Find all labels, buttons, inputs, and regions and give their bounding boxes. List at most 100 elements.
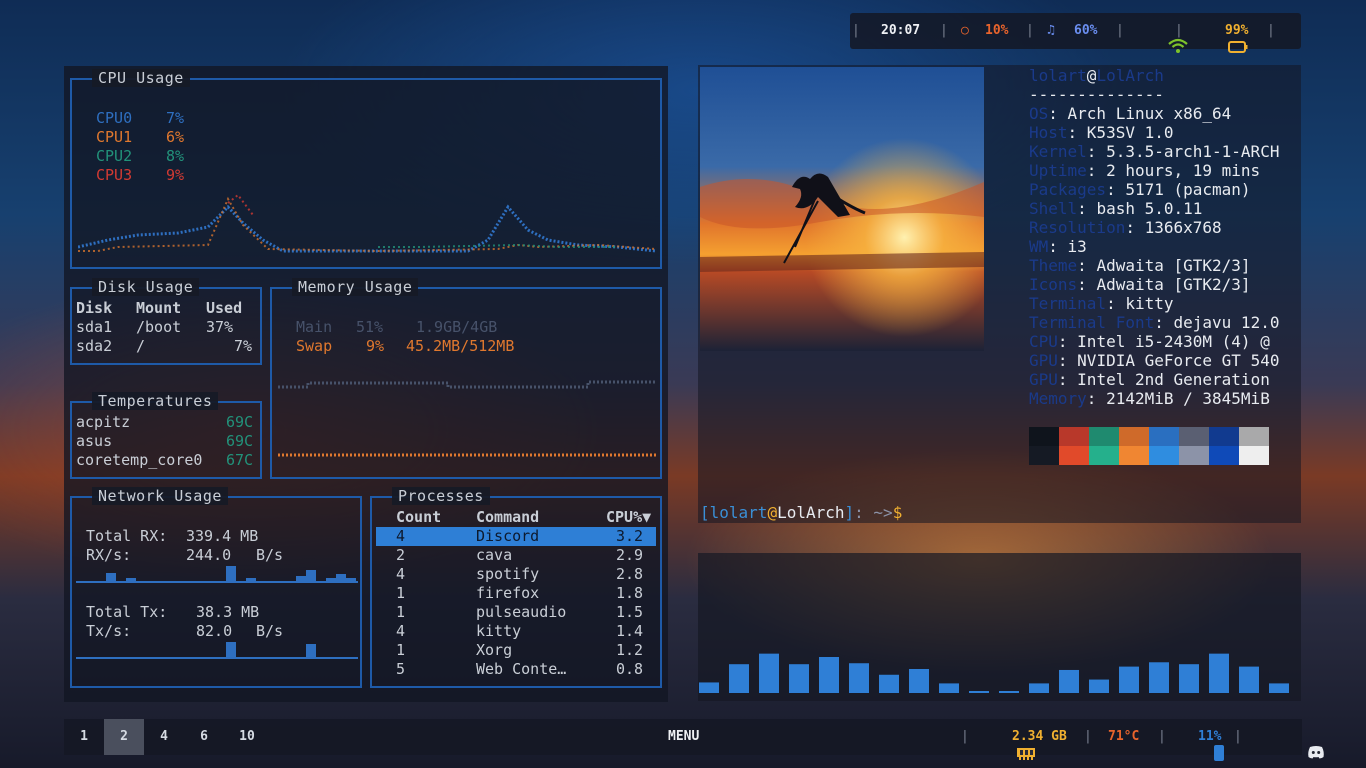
disk-row-mount: / bbox=[136, 337, 146, 355]
visualizer-bar bbox=[969, 691, 989, 693]
total-rx-value: 339.4 MB bbox=[186, 527, 259, 545]
visualizer-bar bbox=[879, 674, 899, 693]
palette-swatch bbox=[1149, 446, 1179, 465]
disk-usage-widget: Disk Usage Disk Mount Used sda1 /boot 37… bbox=[70, 278, 262, 365]
disk-row-used: 37% bbox=[206, 318, 234, 336]
workspace-6[interactable]: 6 bbox=[184, 719, 224, 755]
process-cpu: 2.9 bbox=[616, 546, 644, 564]
visualizer-bar bbox=[1089, 679, 1109, 693]
workspace-10[interactable]: 10 bbox=[227, 719, 267, 755]
total-rx-label: Total RX: bbox=[86, 527, 168, 545]
palette-swatch bbox=[1089, 427, 1119, 446]
music-note-icon: ♫ bbox=[1047, 23, 1055, 38]
neofetch-user: lolart bbox=[1029, 66, 1087, 85]
memory-swap-percent: 9% bbox=[366, 337, 385, 355]
process-header-command[interactable]: Command bbox=[476, 508, 539, 527]
rx-rate-value: 244.0 bbox=[186, 546, 232, 564]
discord-icon[interactable] bbox=[1276, 729, 1325, 759]
palette-swatch bbox=[1119, 427, 1149, 446]
neofetch-title: lolart@LolArch bbox=[1029, 66, 1164, 85]
brightness-value[interactable]: 11% bbox=[1198, 729, 1221, 745]
clock[interactable]: 20:07 bbox=[881, 23, 920, 39]
neofetch-field-packages: Packages: 5171 (pacman) bbox=[1029, 180, 1251, 199]
process-count: 1 bbox=[396, 603, 406, 621]
palette-swatch bbox=[1089, 446, 1119, 465]
visualizer-bar bbox=[789, 664, 809, 693]
disk-row-disk: sda1 bbox=[76, 318, 113, 336]
separator: | bbox=[1175, 23, 1183, 38]
palette-swatch bbox=[1059, 446, 1089, 465]
temp-sensor-name: asus bbox=[76, 432, 113, 450]
separator: | bbox=[1267, 23, 1275, 38]
audio-visualizer-window[interactable] bbox=[698, 553, 1301, 701]
visualizer-bar bbox=[1059, 669, 1079, 693]
memory-main-percent: 51% bbox=[356, 318, 384, 336]
process-row[interactable]: 1 Xorg 1.2 bbox=[376, 641, 656, 660]
process-count: 4 bbox=[396, 565, 406, 583]
process-row[interactable]: 4 spotify 2.8 bbox=[376, 565, 656, 584]
process-header-cpu[interactable]: CPU%▼ bbox=[606, 508, 651, 527]
process-cpu: 2.8 bbox=[616, 565, 644, 583]
workspace-2[interactable]: 2 bbox=[104, 719, 144, 755]
network-usage-widget: Network Usage Total RX: 339.4 MB RX/s: 2… bbox=[70, 487, 362, 688]
disk-header-mount: Mount bbox=[136, 299, 182, 317]
separator: | bbox=[1084, 729, 1092, 744]
cpu3-value: 9% bbox=[166, 166, 185, 184]
disk-row-disk: sda2 bbox=[76, 337, 113, 355]
separator: | bbox=[852, 23, 860, 38]
temp-sensor-value: 69C bbox=[226, 432, 254, 450]
tx-rate-unit: B/s bbox=[256, 622, 284, 640]
color-palette-normal bbox=[1029, 427, 1269, 446]
disk-header-used: Used bbox=[206, 299, 243, 317]
separator: | bbox=[1116, 23, 1124, 38]
volume-value[interactable]: 60% bbox=[1074, 23, 1097, 39]
process-row[interactable]: 2 cava 2.9 bbox=[376, 546, 656, 565]
disk-header-disk: Disk bbox=[76, 299, 113, 317]
process-command: Web Conte… bbox=[476, 660, 567, 678]
process-row[interactable]: 4 kitty 1.4 bbox=[376, 622, 656, 641]
neofetch-field-icons: Icons: Adwaita [GTK2/3] bbox=[1029, 275, 1251, 294]
palette-swatch bbox=[1209, 427, 1239, 446]
neofetch-at: @ bbox=[1086, 66, 1097, 85]
visualizer-bar bbox=[1269, 683, 1289, 693]
neofetch-field-host: Host: K53SV 1.0 bbox=[1029, 123, 1174, 142]
temperature-value[interactable]: 71°C bbox=[1108, 729, 1139, 745]
process-count: 5 bbox=[396, 660, 406, 678]
process-command: pulseaudio bbox=[476, 603, 567, 621]
visualizer-bar bbox=[759, 653, 779, 693]
process-row-selected[interactable]: 4 Discord 3.2 bbox=[376, 527, 656, 546]
cpu-usage-widget: CPU Usage CPU0 7% CPU1 6% CPU2 8% CPU3 9… bbox=[70, 69, 662, 269]
process-command: spotify bbox=[476, 565, 540, 583]
process-count: 4 bbox=[396, 622, 406, 640]
neofetch-field-cpu: CPU: Intel i5-2430M (4) @ bbox=[1029, 332, 1270, 351]
separator: | bbox=[961, 729, 969, 744]
process-header-count[interactable]: Count bbox=[396, 508, 441, 527]
cpu1-value: 6% bbox=[166, 128, 185, 146]
process-row[interactable]: 1 firefox 1.8 bbox=[376, 584, 656, 603]
cpu2-value: 8% bbox=[166, 147, 185, 165]
visualizer-bar bbox=[849, 663, 869, 693]
cpu0-label: CPU0 bbox=[96, 109, 133, 127]
battery-value[interactable]: 99% bbox=[1225, 23, 1248, 39]
neofetch-field-kernel: Kernel: 5.3.5-arch1-1-ARCH bbox=[1029, 142, 1280, 161]
visualizer-bar bbox=[1209, 653, 1229, 693]
terminal-window[interactable]: lolart@LolArch -------------- OS: Arch L… bbox=[698, 65, 1301, 523]
visualizer-bar bbox=[939, 683, 959, 693]
neofetch-field-gpu: GPU: NVIDIA GeForce GT 540 bbox=[1029, 351, 1280, 370]
menu-button[interactable]: MENU bbox=[668, 729, 699, 745]
memory-usage-graph bbox=[278, 380, 656, 457]
process-row[interactable]: 1 pulseaudio 1.5 bbox=[376, 603, 656, 622]
palette-swatch bbox=[1239, 427, 1269, 446]
cpu-usage-value[interactable]: 10% bbox=[985, 23, 1008, 39]
memory-swap-label: Swap bbox=[296, 337, 333, 355]
workspace-1[interactable]: 1 bbox=[64, 719, 104, 755]
palette-swatch bbox=[1149, 427, 1179, 446]
shell-prompt[interactable]: [lolart@LolArch]: ~>$ bbox=[700, 503, 902, 522]
workspace-4[interactable]: 4 bbox=[144, 719, 184, 755]
temp-sensor-name: acpitz bbox=[76, 413, 131, 431]
memory-main-amount: 1.9GB/4GB bbox=[416, 318, 498, 336]
process-row[interactable]: 5 Web Conte… 0.8 bbox=[376, 660, 656, 679]
rx-sparkline bbox=[76, 566, 358, 583]
memory-used-value[interactable]: 2.34 GB bbox=[1012, 729, 1067, 745]
process-cpu: 0.8 bbox=[616, 660, 644, 678]
